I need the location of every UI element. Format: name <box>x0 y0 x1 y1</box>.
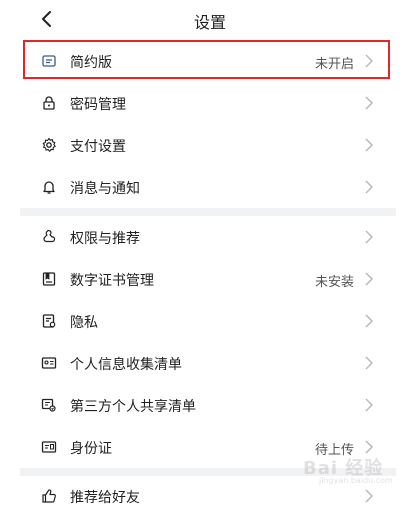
chevron-right-icon <box>365 356 373 370</box>
chevron-right-icon <box>365 314 373 328</box>
thumbs-up-icon <box>42 489 56 503</box>
settings-item-label: 消息与通知 <box>70 181 140 197</box>
settings-item-simple-mode[interactable]: 简约版 未开启 <box>20 40 396 82</box>
settings-item-personal-info-list[interactable]: 个人信息收集清单 <box>20 342 396 384</box>
settings-item-certificates[interactable]: 数字证书管理 未安装 <box>20 258 396 300</box>
chevron-right-icon <box>365 54 373 68</box>
settings-item-label: 第三方个人共享清单 <box>70 399 196 415</box>
id-card-icon <box>41 357 57 369</box>
section-divider <box>20 208 396 216</box>
header: 设置 <box>0 0 420 40</box>
settings-item-privacy[interactable]: 隐私 <box>20 300 396 342</box>
chevron-right-icon <box>365 440 373 454</box>
chevron-right-icon <box>365 138 373 152</box>
chevron-right-icon <box>365 96 373 110</box>
settings-item-permissions[interactable]: 权限与推荐 <box>20 216 396 258</box>
page-title: 设置 <box>193 13 226 32</box>
settings-item-label: 隐私 <box>70 315 98 331</box>
settings-group-2: 权限与推荐 数字证书管理 未安装 隐私 个人信息收集清单 第三方个人共享清单 身… <box>20 216 396 468</box>
settings-group-3: 推荐给好友 <box>20 476 396 518</box>
section-divider <box>20 468 396 476</box>
chevron-right-icon <box>365 230 373 244</box>
settings-item-label: 个人信息收集清单 <box>70 357 182 373</box>
settings-item-label: 权限与推荐 <box>70 231 140 247</box>
settings-item-recommend-friends[interactable]: 推荐给好友 <box>20 476 396 518</box>
settings-item-password[interactable]: 密码管理 <box>20 82 396 124</box>
chevron-right-icon <box>365 272 373 286</box>
simple-mode-icon <box>42 55 56 67</box>
settings-item-label: 身份证 <box>70 441 112 457</box>
lock-icon <box>43 96 55 110</box>
permission-icon <box>43 229 56 243</box>
privacy-icon <box>42 314 56 328</box>
settings-item-label: 简约版 <box>70 55 112 71</box>
settings-item-value: 未开启 <box>314 57 354 72</box>
settings-item-label: 推荐给好友 <box>70 490 140 506</box>
settings-item-third-party-share-list[interactable]: 第三方个人共享清单 <box>20 384 396 426</box>
bell-icon <box>43 181 55 194</box>
identity-card-icon <box>41 441 57 453</box>
chevron-right-icon <box>365 398 373 412</box>
chevron-right-icon <box>365 489 373 503</box>
settings-item-value: 待上传 <box>314 443 354 458</box>
settings-item-notifications[interactable]: 消息与通知 <box>20 166 396 208</box>
settings-item-label: 数字证书管理 <box>70 273 154 289</box>
settings-item-label: 密码管理 <box>70 97 126 113</box>
settings-item-payment[interactable]: 支付设置 <box>20 124 396 166</box>
share-list-icon <box>41 398 56 412</box>
settings-group-1: 简约版 未开启 密码管理 支付设置 消息与通知 <box>20 40 396 208</box>
certificate-icon <box>42 272 56 286</box>
settings-item-id-card[interactable]: 身份证 待上传 <box>20 426 396 468</box>
settings-item-label: 支付设置 <box>70 139 126 155</box>
chevron-right-icon <box>365 180 373 194</box>
gear-icon <box>42 137 57 153</box>
settings-item-value: 未安装 <box>314 275 354 290</box>
